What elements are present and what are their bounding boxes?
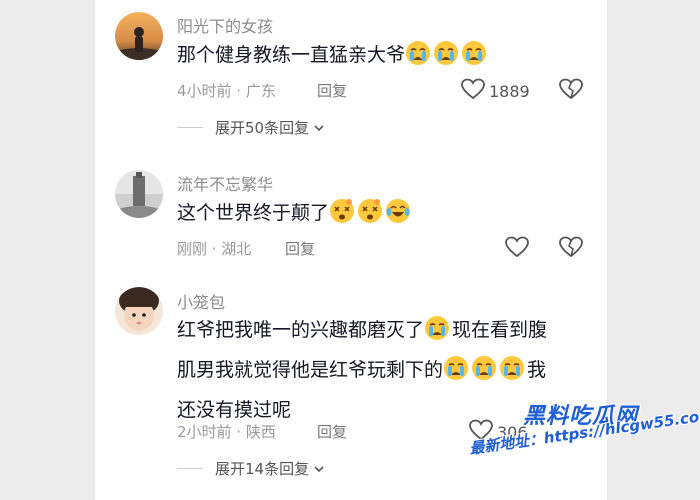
expand-replies-label: 展开14条回复: [215, 460, 310, 478]
comment-text-body: 红爷把我唯一的兴趣都磨灭了: [177, 319, 425, 341]
crying-face-icon: [499, 355, 525, 393]
like-button[interactable]: 1889: [461, 78, 530, 104]
comment-text-line: 肌男我就觉得他是红爷玩剩下的 我: [177, 353, 587, 393]
username[interactable]: 阳光下的女孩: [177, 13, 273, 37]
avatar[interactable]: [115, 287, 163, 335]
reply-button[interactable]: 回复: [317, 421, 347, 442]
crying-face-icon: [443, 355, 469, 393]
avatar[interactable]: [115, 170, 163, 218]
crying-face-icon: [424, 315, 450, 353]
broken-heart-icon: [559, 236, 583, 262]
dizzy-face-icon: [357, 198, 383, 236]
username[interactable]: 流年不忘繁华: [177, 171, 273, 195]
comment-text-body: 还没有摸过呢: [177, 399, 292, 421]
crying-face-icon: [405, 40, 431, 78]
crying-laughing-face-icon: [385, 198, 411, 236]
broken-heart-icon: [559, 78, 583, 104]
comment-text-body: 现在看到腹: [452, 319, 548, 341]
time-location: 刚刚 · 湖北: [177, 240, 252, 258]
chevron-down-icon: [313, 119, 325, 137]
heart-icon: [505, 236, 529, 262]
dislike-button[interactable]: [559, 236, 583, 262]
like-button[interactable]: [505, 236, 529, 262]
heart-icon: [461, 78, 485, 104]
comment-text: 这个世界终于颠了: [177, 196, 587, 236]
reply-button[interactable]: 回复: [317, 80, 347, 101]
comment-text-body: 我: [527, 359, 547, 381]
time-location: 4小时前 · 广东: [177, 82, 276, 100]
comment-text-body: 肌男我就觉得他是红爷玩剩下的: [177, 359, 444, 381]
time-location: 2小时前 · 陕西: [177, 423, 276, 441]
dizzy-face-icon: [329, 198, 355, 236]
expand-replies-button[interactable]: 展开14条回复: [177, 458, 325, 479]
watermark: 黑料吃瓜网 最新地址：https://hlcgw55.com: [468, 398, 700, 500]
chevron-down-icon: [313, 460, 325, 478]
comment-text-body: 这个世界终于颠了: [177, 202, 330, 224]
like-count: 1889: [489, 81, 530, 101]
username[interactable]: 小笼包: [177, 289, 225, 313]
comment-text: 那个健身教练一直猛亲大爷: [177, 38, 587, 78]
divider-line: [177, 127, 203, 128]
crying-face-icon: [471, 355, 497, 393]
comment-text-body: 那个健身教练一直猛亲大爷: [177, 44, 406, 66]
dislike-button[interactable]: [559, 78, 583, 104]
comment-text-line: 红爷把我唯一的兴趣都磨灭了 现在看到腹: [177, 313, 587, 353]
avatar[interactable]: [115, 12, 163, 60]
crying-face-icon: [461, 40, 487, 78]
expand-replies-label: 展开50条回复: [215, 119, 310, 137]
crying-face-icon: [433, 40, 459, 78]
reply-button[interactable]: 回复: [285, 238, 315, 259]
expand-replies-button[interactable]: 展开50条回复: [177, 117, 325, 138]
divider-line: [177, 468, 203, 469]
